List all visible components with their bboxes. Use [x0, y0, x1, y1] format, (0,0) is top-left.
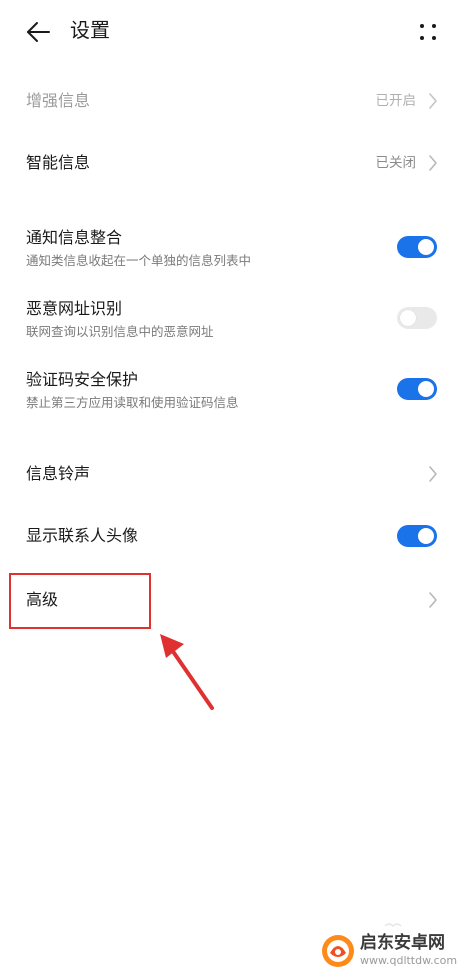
decorative-mark-icon [384, 923, 402, 928]
setting-title: 智能信息 [26, 153, 91, 172]
watermark-url: www.qdlttdw.com [360, 954, 458, 967]
more-dots-icon [420, 24, 436, 40]
setting-title: 增强信息 [26, 91, 91, 110]
highlight-annotation-box [9, 573, 151, 629]
setting-row-ringtone[interactable]: 信息铃声 [0, 449, 466, 499]
setting-value: 已关闭 [375, 155, 417, 171]
notification-merge-toggle[interactable] [397, 236, 437, 258]
toggle-knob [418, 528, 434, 544]
watermark: 启东安卓网 www.qdlttdw.com [320, 931, 460, 971]
chevron-right-icon [429, 93, 437, 109]
more-options-button[interactable] [408, 12, 448, 52]
show-avatar-toggle[interactable] [397, 525, 437, 547]
chevron-right-icon [429, 592, 437, 608]
setting-row-verification-code: 验证码安全保护 禁止第三方应用读取和使用验证码信息 [0, 364, 466, 420]
setting-row-enhanced-info[interactable]: 增强信息 已开启 [0, 76, 466, 126]
page-title: 设置 [70, 18, 110, 42]
setting-row-malicious-url: 恶意网址识别 联网查询以识别信息中的恶意网址 [0, 293, 466, 349]
setting-row-smart-info[interactable]: 智能信息 已关闭 [0, 138, 466, 188]
back-button[interactable] [18, 12, 58, 52]
setting-subtitle: 联网查询以识别信息中的恶意网址 [26, 324, 214, 339]
annotation-arrow-icon [160, 634, 214, 710]
setting-title: 显示联系人头像 [26, 526, 139, 545]
setting-title: 验证码安全保护 [26, 370, 139, 389]
watermark-logo-icon [322, 935, 354, 967]
watermark-name: 启东安卓网 [360, 933, 445, 953]
header-bar: 设置 [0, 0, 466, 64]
setting-title: 信息铃声 [26, 464, 91, 483]
malicious-url-toggle[interactable] [397, 307, 437, 329]
setting-row-show-avatar: 显示联系人头像 [0, 511, 466, 561]
chevron-right-icon [429, 155, 437, 171]
setting-title: 恶意网址识别 [26, 299, 123, 318]
setting-row-notification-merge: 通知信息整合 通知类信息收起在一个单独的信息列表中 [0, 222, 466, 278]
toggle-knob [400, 310, 416, 326]
toggle-knob [418, 239, 434, 255]
setting-value: 已开启 [375, 93, 417, 109]
setting-subtitle: 通知类信息收起在一个单独的信息列表中 [26, 253, 252, 268]
chevron-right-icon [429, 466, 437, 482]
verification-code-toggle[interactable] [397, 378, 437, 400]
setting-title: 通知信息整合 [26, 228, 123, 247]
setting-subtitle: 禁止第三方应用读取和使用验证码信息 [26, 395, 239, 410]
toggle-knob [418, 381, 434, 397]
back-arrow-icon [27, 22, 50, 42]
